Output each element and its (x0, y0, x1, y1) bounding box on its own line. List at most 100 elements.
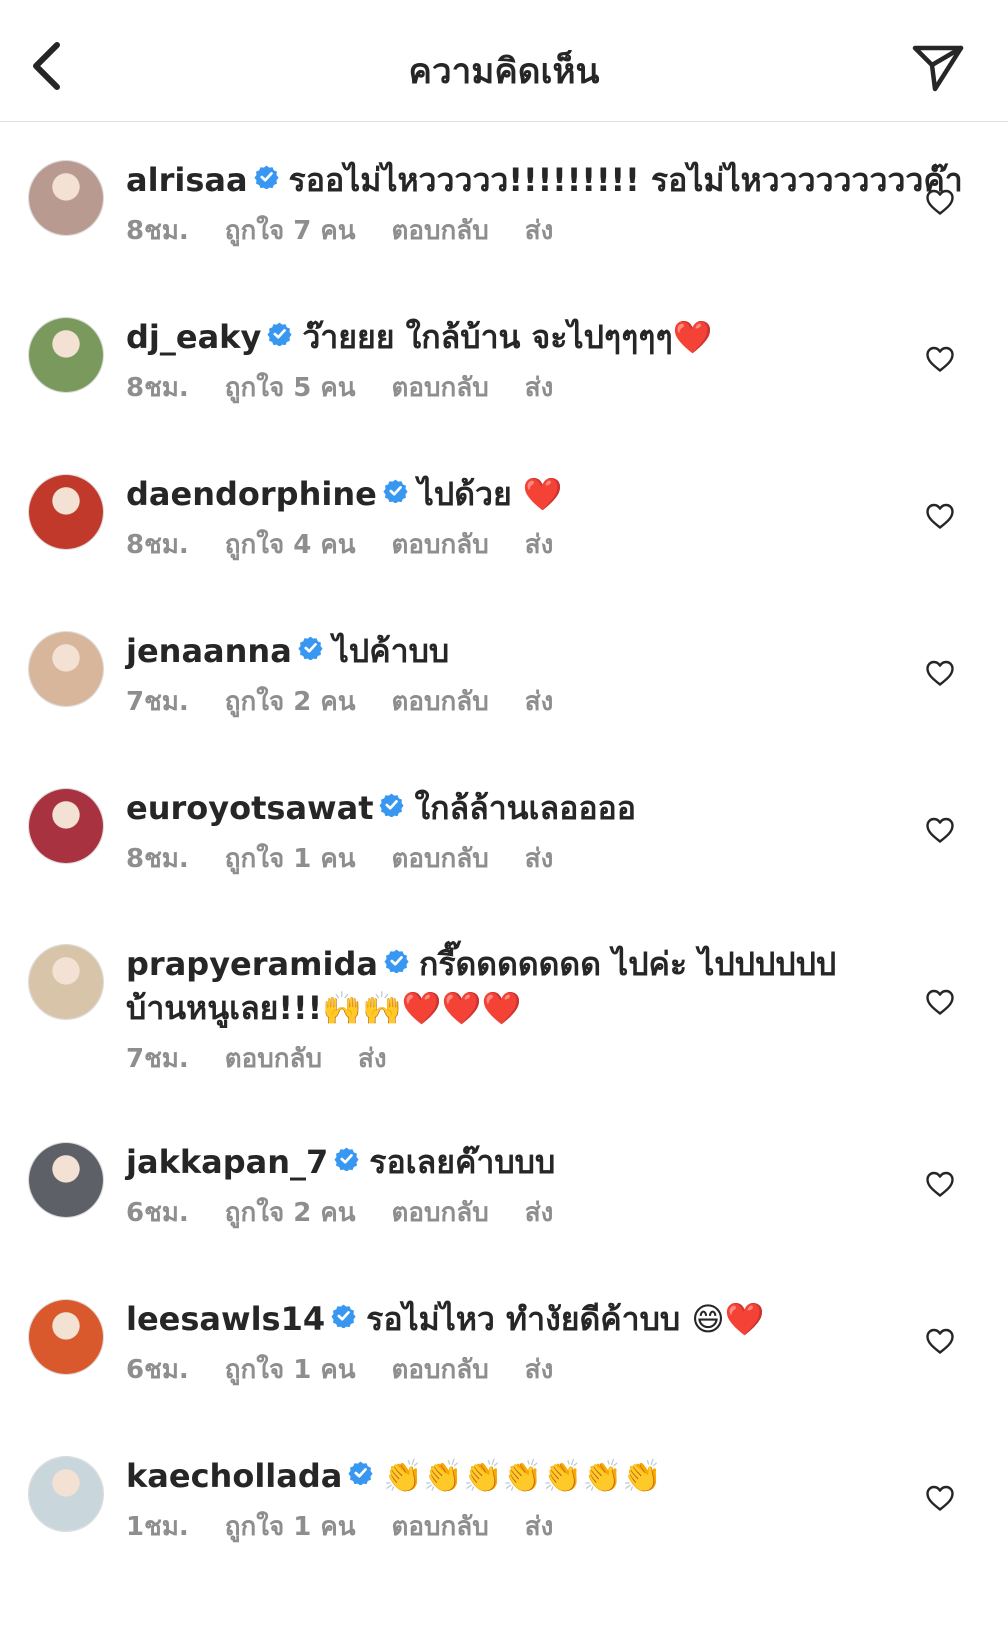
comment-body: euroyotsawat ใกล้ล้านเลออออ 8ชม. ถูกใจ 1 คน… (126, 786, 908, 876)
reply-button[interactable]: ตอบกลับ (392, 1355, 489, 1385)
verified-badge-icon (267, 322, 292, 346)
likes-count-link[interactable]: ถูกใจ 5 คน (225, 373, 356, 403)
username-link[interactable]: euroyotsawat (126, 789, 373, 827)
username-link[interactable]: alrisaa (126, 161, 248, 199)
send-button[interactable]: ส่ง (525, 373, 554, 403)
send-button[interactable]: ส่ง (525, 216, 554, 246)
send-button[interactable]: ส่ง (358, 1044, 387, 1074)
send-button[interactable]: ส่ง (525, 687, 554, 717)
avatar-image (29, 632, 103, 706)
likes-count-link[interactable]: ถูกใจ 2 คน (225, 687, 356, 717)
avatar-image (29, 475, 103, 549)
comment-meta: 7ชม. ตอบกลับ ส่ง (126, 1042, 908, 1076)
reply-button[interactable]: ตอบกลับ (392, 844, 489, 874)
comment-timestamp: 8ชม. (126, 530, 189, 560)
username-link[interactable]: prapyeramida (126, 945, 378, 983)
avatar[interactable] (28, 317, 104, 393)
like-button[interactable] (922, 498, 958, 534)
comment-text: รออไม่ไหววววว!!!!!!!!! รอไม่ไหวววววววววค… (288, 161, 963, 199)
reply-button[interactable]: ตอบกลับ (392, 1198, 489, 1228)
comment-body: dj_eaky ว๊ายยย ใกล้บ้าน จะไปๆๆๆๆ❤️ 8ชม. ถูก… (126, 315, 908, 405)
comment-text: ใกล้ล้านเลออออ (414, 789, 636, 827)
reply-button[interactable]: ตอบกลับ (392, 530, 489, 560)
like-button[interactable] (922, 184, 958, 220)
likes-count-link[interactable]: ถูกใจ 1 คน (225, 1355, 356, 1385)
heart-outline-icon (926, 346, 954, 372)
comment-line: kaechollada 👏👏👏👏👏👏👏 (126, 1454, 908, 1498)
avatar[interactable] (28, 160, 104, 236)
likes-count-link[interactable]: ถูกใจ 1 คน (225, 844, 356, 874)
reply-button[interactable]: ตอบกลับ (392, 1512, 489, 1542)
avatar-image (29, 1457, 103, 1531)
send-button[interactable]: ส่ง (525, 530, 554, 560)
heart-outline-icon (926, 660, 954, 686)
share-button[interactable] (910, 40, 966, 96)
comment-text: ไปค้าบบ (332, 632, 450, 670)
comment-text: รอไม่ไหว ทำงัยดีค้าบบ 😄❤️ (366, 1300, 765, 1338)
verified-badge-icon (298, 636, 323, 660)
comment-body: daendorphine ไปด้วย ❤️ 8ชม. ถูกใจ 4 คน ตอบกล… (126, 472, 908, 562)
comment-body: prapyeramida กรี๊ดดดดดดด ไปค่ะ ไปปปปปป บ้… (126, 942, 908, 1076)
avatar[interactable] (28, 788, 104, 864)
comment-body: jakkapan_7 รอเลยค๊าบบบ 6ชม. ถูกใจ 2 คน ตอบกล… (126, 1140, 908, 1230)
comment-line: daendorphine ไปด้วย ❤️ (126, 472, 908, 516)
like-button[interactable] (922, 1323, 958, 1359)
reply-button[interactable]: ตอบกลับ (392, 373, 489, 403)
like-button[interactable] (922, 341, 958, 377)
send-button[interactable]: ส่ง (525, 1512, 554, 1542)
like-button[interactable] (922, 812, 958, 848)
likes-count-link[interactable]: ถูกใจ 4 คน (225, 530, 356, 560)
comment-line: dj_eaky ว๊ายยย ใกล้บ้าน จะไปๆๆๆๆ❤️ (126, 315, 908, 359)
reply-button[interactable]: ตอบกลับ (392, 687, 489, 717)
verified-badge-icon (383, 479, 408, 503)
comments-header: ความคิดเห็น (0, 0, 1008, 122)
reply-button[interactable]: ตอบกลับ (392, 216, 489, 246)
comment-line: jenaanna ไปค้าบบ (126, 629, 908, 673)
avatar[interactable] (28, 1142, 104, 1218)
avatar-image (29, 945, 103, 1019)
username-link[interactable]: daendorphine (126, 475, 377, 513)
username-link[interactable]: dj_eaky (126, 318, 261, 356)
comment-meta: 7ชม. ถูกใจ 2 คน ตอบกลับ ส่ง (126, 685, 908, 719)
heart-outline-icon (926, 817, 954, 843)
comment-timestamp: 8ชม. (126, 844, 189, 874)
reply-button[interactable]: ตอบกลับ (225, 1044, 322, 1074)
like-button[interactable] (922, 1166, 958, 1202)
username-link[interactable]: kaechollada (126, 1457, 342, 1495)
avatar-image (29, 161, 103, 235)
avatar-image (29, 1300, 103, 1374)
verified-badge-icon (334, 1147, 359, 1171)
comment-body: kaechollada 👏👏👏👏👏👏👏 1ชม. ถูกใจ 1 คน ตอบกลับ ส… (126, 1454, 908, 1544)
username-link[interactable]: leesawls14 (126, 1300, 325, 1338)
likes-count-link[interactable]: ถูกใจ 1 คน (225, 1512, 356, 1542)
like-button[interactable] (922, 655, 958, 691)
avatar[interactable] (28, 631, 104, 707)
avatar[interactable] (28, 1456, 104, 1532)
username-link[interactable]: jenaanna (126, 632, 292, 670)
username-link[interactable]: jakkapan_7 (126, 1143, 328, 1181)
avatar[interactable] (28, 474, 104, 550)
page-title: ความคิดเห็น (408, 52, 600, 92)
comment-timestamp: 8ชม. (126, 373, 189, 403)
comment-meta: 8ชม. ถูกใจ 4 คน ตอบกลับ ส่ง (126, 528, 908, 562)
heart-outline-icon (926, 503, 954, 529)
send-button[interactable]: ส่ง (525, 1355, 554, 1385)
likes-count-link[interactable]: ถูกใจ 7 คน (225, 216, 356, 246)
heart-outline-icon (926, 989, 954, 1015)
paper-plane-icon (912, 45, 964, 92)
comment-text: ว๊ายยย ใกล้บ้าน จะไปๆๆๆๆ❤️ (302, 318, 713, 356)
like-button[interactable] (922, 1480, 958, 1516)
comment-body: alrisaa รออไม่ไหววววว!!!!!!!!! รอไม่ไหววว… (126, 158, 963, 248)
verified-badge-icon (253, 165, 279, 189)
comment-line: jakkapan_7 รอเลยค๊าบบบ (126, 1140, 908, 1184)
verified-badge-icon (384, 949, 409, 973)
avatar[interactable] (28, 1299, 104, 1375)
likes-count-link[interactable]: ถูกใจ 2 คน (225, 1198, 356, 1228)
like-button[interactable] (922, 984, 958, 1020)
heart-outline-icon (926, 1171, 954, 1197)
comment-meta: 1ชม. ถูกใจ 1 คน ตอบกลับ ส่ง (126, 1510, 908, 1544)
avatar[interactable] (28, 944, 104, 1020)
comment-meta: 8ชม. ถูกใจ 5 คน ตอบกลับ ส่ง (126, 371, 908, 405)
send-button[interactable]: ส่ง (525, 1198, 554, 1228)
send-button[interactable]: ส่ง (525, 844, 554, 874)
